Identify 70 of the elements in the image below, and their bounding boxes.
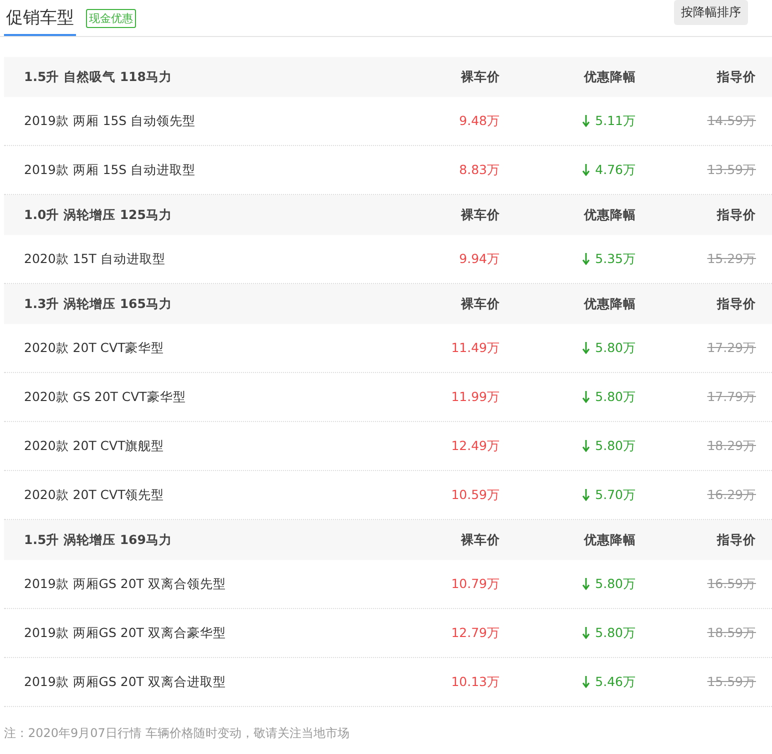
price-cell-text: 8.83万 bbox=[458, 162, 500, 178]
price-cell-text: 10.79万 bbox=[450, 576, 500, 592]
down-arrow-icon bbox=[582, 164, 590, 176]
guide-price-cell-text: 16.59万 bbox=[706, 576, 756, 592]
down-arrow-icon bbox=[582, 676, 590, 688]
column-header: 指导价 bbox=[716, 68, 756, 86]
column-header: 裸车价 bbox=[460, 68, 500, 86]
price-cell-text: 12.49万 bbox=[450, 438, 500, 454]
column-header: 优惠降幅 bbox=[582, 296, 636, 312]
engine-title: 1.5升 自然吸气 118马力 bbox=[24, 68, 173, 86]
price-cell-text: 9.94万 bbox=[458, 250, 500, 268]
discount-cell: 5.80万 bbox=[595, 438, 636, 454]
discount-cell: 5.80万 bbox=[595, 576, 636, 592]
down-arrow-icon bbox=[582, 115, 590, 127]
model-name: 2019款 两厢GS 20T 双离合豪华型 bbox=[24, 624, 227, 642]
price-cell-text: 10.13万 bbox=[450, 674, 500, 690]
down-arrow-icon bbox=[582, 342, 590, 354]
column-header: 指导价 bbox=[716, 296, 756, 312]
model-name: 2019款 两厢GS 20T 双离合领先型 bbox=[24, 576, 227, 592]
engine-title: 1.0升 涡轮增压 125马力 bbox=[24, 206, 173, 224]
down-arrow-icon bbox=[582, 489, 590, 501]
sort-button[interactable]: 按降幅排序 bbox=[674, 0, 748, 24]
down-arrow-icon bbox=[582, 253, 590, 265]
discount-cell: 5.80万 bbox=[595, 388, 636, 406]
model-name: 2020款 20T CVT旗舰型 bbox=[24, 438, 166, 454]
engine-title: 1.5升 涡轮增压 169马力 bbox=[24, 532, 173, 548]
section-tab[interactable]: 促销车型 bbox=[4, 0, 76, 36]
model-name: 2020款 15T 自动进取型 bbox=[24, 250, 166, 268]
down-arrow-icon bbox=[582, 391, 590, 403]
guide-price-cell-text: 18.59万 bbox=[706, 624, 756, 642]
discount-cell: 4.76万 bbox=[595, 162, 636, 178]
guide-price-cell-text: 15.29万 bbox=[706, 250, 756, 268]
column-header: 裸车价 bbox=[460, 206, 500, 224]
price-cell-text: 11.99万 bbox=[450, 388, 500, 406]
discount-cell: 5.80万 bbox=[595, 624, 636, 642]
price-cell-text: 10.59万 bbox=[450, 486, 500, 504]
column-header: 指导价 bbox=[716, 532, 756, 548]
column-header: 优惠降幅 bbox=[582, 206, 636, 224]
guide-price-cell-text: 18.29万 bbox=[706, 438, 756, 454]
footnote: 注：2020年9月07日行情 车辆价格随时变动，敬请关注当地市场 bbox=[4, 725, 350, 742]
discount-cell: 5.46万 bbox=[595, 674, 636, 690]
guide-price-cell-text: 17.29万 bbox=[706, 340, 756, 356]
column-header: 裸车价 bbox=[460, 296, 500, 312]
down-arrow-icon bbox=[582, 440, 590, 452]
down-arrow-icon bbox=[582, 627, 590, 639]
discount-cell: 5.35万 bbox=[595, 250, 636, 268]
column-header: 指导价 bbox=[716, 206, 756, 224]
guide-price-cell-text: 14.59万 bbox=[706, 112, 756, 130]
column-header: 优惠降幅 bbox=[582, 532, 636, 548]
model-name: 2019款 两厢 15S 自动领先型 bbox=[24, 112, 197, 130]
cash-discount-tag: 现金优惠 bbox=[86, 8, 136, 28]
price-cell-text: 9.48万 bbox=[458, 112, 500, 130]
price-cell-text: 11.49万 bbox=[450, 340, 500, 356]
price-cell-text: 12.79万 bbox=[450, 624, 500, 642]
discount-cell: 5.11万 bbox=[595, 112, 636, 130]
model-name: 2020款 20T CVT豪华型 bbox=[24, 340, 166, 356]
discount-cell: 5.80万 bbox=[595, 340, 636, 356]
model-name: 2020款 20T CVT领先型 bbox=[24, 486, 166, 504]
down-arrow-icon bbox=[582, 578, 590, 590]
guide-price-cell-text: 13.59万 bbox=[706, 162, 756, 178]
model-name: 2019款 两厢GS 20T 双离合进取型 bbox=[24, 674, 227, 690]
model-name: 2020款 GS 20T CVT豪华型 bbox=[24, 388, 187, 406]
column-header: 裸车价 bbox=[460, 532, 500, 548]
guide-price-cell-text: 15.59万 bbox=[706, 674, 756, 690]
column-header: 优惠降幅 bbox=[582, 68, 636, 86]
guide-price-cell-text: 17.79万 bbox=[706, 388, 756, 406]
model-name: 2019款 两厢 15S 自动进取型 bbox=[24, 162, 197, 178]
discount-cell: 5.70万 bbox=[595, 486, 636, 504]
guide-price-cell-text: 16.29万 bbox=[706, 486, 756, 504]
engine-title: 1.3升 涡轮增压 165马力 bbox=[24, 296, 173, 312]
